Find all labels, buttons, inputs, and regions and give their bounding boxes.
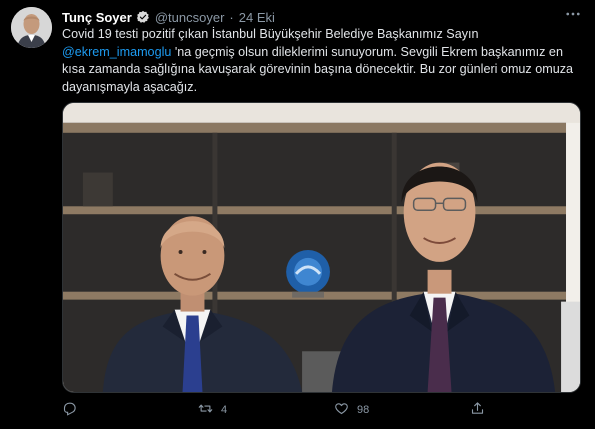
tweet-actions: 4 98 — [62, 400, 492, 420]
mention-link[interactable]: @ekrem_imamoglu — [62, 45, 171, 59]
tweet[interactable]: Tunç Soyer @tuncsoyer · 24 Eki Covid 19 … — [0, 0, 595, 429]
reply-icon — [62, 401, 77, 419]
retweet-icon — [198, 401, 213, 419]
display-name[interactable]: Tunç Soyer — [62, 10, 132, 25]
retweet-button[interactable]: 4 — [198, 401, 227, 419]
separator-dot: · — [229, 9, 234, 25]
reply-button[interactable] — [62, 401, 85, 419]
tweet-timestamp[interactable]: 24 Eki — [239, 10, 275, 25]
like-button[interactable]: 98 — [334, 401, 369, 419]
heart-icon — [334, 401, 349, 419]
tweet-header: Tunç Soyer @tuncsoyer · 24 Eki — [62, 8, 275, 26]
avatar[interactable] — [11, 7, 52, 48]
retweet-count: 4 — [221, 404, 228, 416]
share-button[interactable] — [470, 401, 493, 419]
share-icon — [470, 401, 485, 419]
tweet-text-part1: Covid 19 testi pozitif çıkan İstanbul Bü… — [62, 27, 479, 41]
tweet-photo[interactable] — [62, 102, 581, 393]
tweet-text: Covid 19 testi pozitif çıkan İstanbul Bü… — [62, 26, 582, 96]
user-handle[interactable]: @tuncsoyer — [155, 10, 225, 25]
more-horizontal-icon[interactable] — [561, 5, 585, 23]
like-count: 98 — [357, 404, 370, 416]
verified-badge-icon — [136, 10, 150, 24]
